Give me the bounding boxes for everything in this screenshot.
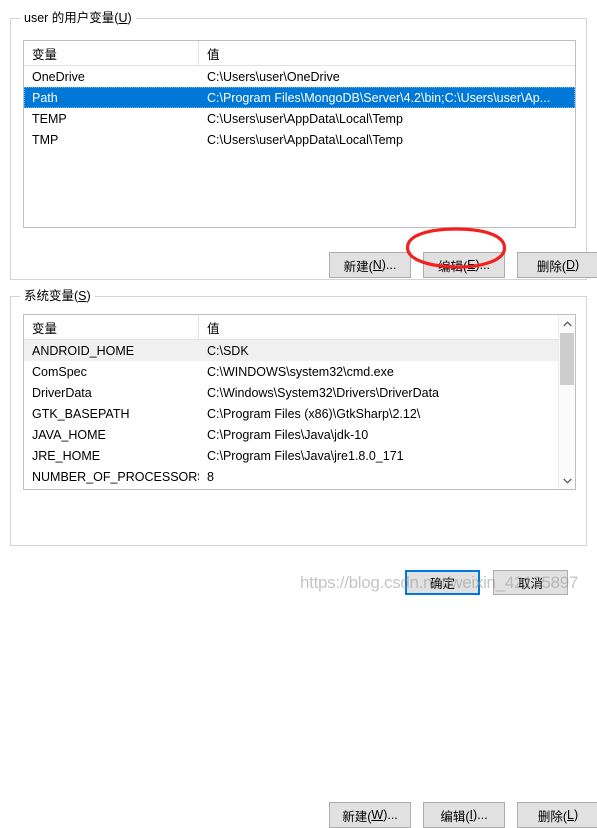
variable-name-cell: NUMBER_OF_PROCESSORS — [32, 469, 199, 484]
table-row[interactable]: ANDROID_HOME C:\SDK — [24, 340, 575, 361]
variable-value-cell: C:\Users\user\OneDrive — [207, 69, 340, 84]
table-row[interactable]: DriverData C:\Windows\System32\Drivers\Dr… — [24, 382, 575, 403]
system-column-header-name[interactable]: 变量 — [24, 315, 199, 339]
user-edit-button[interactable]: 编辑(E)... — [423, 252, 505, 278]
user-delete-button[interactable]: 删除(D) — [517, 252, 597, 278]
system-edit-button[interactable]: 编辑(I)... — [423, 802, 505, 828]
ok-button[interactable]: 确定 — [405, 570, 480, 595]
table-row[interactable]: Path C:\Program Files\MongoDB\Server\4.2\… — [24, 87, 575, 108]
variable-name-cell: TEMP — [32, 111, 67, 126]
variable-name-cell: JRE_HOME — [32, 448, 101, 463]
variable-name-cell: GTK_BASEPATH — [32, 406, 130, 421]
variable-name-cell: Path — [32, 90, 58, 105]
table-row[interactable]: TMP C:\Users\user\AppData\Local\Temp — [24, 129, 575, 150]
variable-name-cell: ANDROID_HOME — [32, 343, 135, 358]
system-list-scrollbar[interactable] — [558, 315, 575, 489]
variable-value-cell: C:\Users\user\AppData\Local\Temp — [207, 111, 403, 126]
system-new-suffix: )... — [383, 808, 398, 822]
variable-name-cell: JAVA_HOME — [32, 427, 106, 442]
table-row[interactable]: JRE_HOME C:\Program Files\Java\jre1.8.0_1… — [24, 445, 575, 466]
system-list-body: ANDROID_HOME C:\SDK ComSpec C:\WINDOWS\syst… — [24, 340, 575, 487]
variable-name-cell: ComSpec — [32, 364, 87, 379]
user-variables-group: user 的用户变量(U) 变量 值 OneDrive C:\Users\user… — [10, 11, 597, 280]
system-legend-text: 系统变量( — [24, 289, 79, 303]
variable-value-cell: C:\Program Files (x86)\GtkSharp\2.12\ — [207, 406, 421, 421]
variable-value-cell: C:\Users\user\AppData\Local\Temp — [207, 132, 403, 147]
user-list-header: 变量 值 — [24, 41, 575, 66]
user-new-accel: N — [372, 258, 382, 272]
user-list-body: OneDrive C:\Users\user\OneDrive Path C:\Pro… — [24, 66, 575, 150]
variable-name-cell: DriverData — [32, 385, 92, 400]
variable-name-cell: OneDrive — [32, 69, 85, 84]
table-row[interactable]: ComSpec C:\WINDOWS\system32\cmd.exe — [24, 361, 575, 382]
scrollbar-thumb[interactable] — [560, 333, 574, 385]
chevron-up-icon[interactable] — [559, 315, 575, 332]
table-row[interactable]: JAVA_HOME C:\Program Files\Java\jdk-10 — [24, 424, 575, 445]
user-legend-suffix: ) — [127, 11, 132, 25]
system-new-accel: W — [371, 808, 384, 822]
user-delete-accel: D — [565, 258, 576, 272]
user-legend-prefix: user — [24, 11, 52, 25]
user-variables-list[interactable]: 变量 值 OneDrive C:\Users\user\OneDrive Path C… — [23, 40, 576, 228]
user-new-label: 新建( — [343, 259, 373, 274]
user-delete-label: 删除( — [536, 259, 566, 274]
variable-value-cell: 8 — [207, 469, 214, 484]
user-column-header-name[interactable]: 变量 — [24, 41, 199, 65]
cancel-button[interactable]: 取消 — [493, 570, 568, 595]
system-variables-legend: 系统变量(S) — [20, 289, 95, 304]
user-edit-label: 编辑( — [437, 259, 468, 274]
system-delete-suffix: ) — [573, 808, 579, 822]
table-row[interactable]: GTK_BASEPATH C:\Program Files (x86)\GtkSh… — [24, 403, 575, 424]
variable-value-cell: C:\Program Files\Java\jre1.8.0_171 — [207, 448, 404, 463]
user-legend-accel: U — [118, 11, 128, 25]
variable-value-cell: C:\WINDOWS\system32\cmd.exe — [207, 364, 394, 379]
user-new-button[interactable]: 新建(N)... — [329, 252, 411, 278]
user-delete-suffix: ) — [575, 258, 580, 272]
system-delete-accel: L — [567, 808, 574, 822]
variable-value-cell: C:\Windows\System32\Drivers\DriverData — [207, 385, 439, 400]
system-edit-label: 编辑( — [440, 809, 470, 824]
user-edit-suffix: )... — [475, 258, 491, 272]
system-edit-suffix: )... — [473, 808, 488, 822]
table-row[interactable]: TEMP C:\Users\user\AppData\Local\Temp — [24, 108, 575, 129]
system-list-header: 变量 值 — [24, 315, 575, 340]
table-row[interactable]: NUMBER_OF_PROCESSORS 8 — [24, 466, 575, 487]
variable-value-cell: C:\SDK — [207, 343, 249, 358]
system-variables-list[interactable]: 变量 值 ANDROID_HOME C:\SDK ComSpec C:\WINDOWS… — [23, 314, 576, 490]
system-new-button[interactable]: 新建(W)... — [329, 802, 411, 828]
system-column-header-value[interactable]: 值 — [199, 315, 575, 339]
user-legend-text: 的用户变量( — [51, 11, 119, 25]
user-edit-accel: E — [467, 258, 476, 272]
user-column-header-value[interactable]: 值 — [199, 41, 575, 65]
system-delete-label: 删除( — [537, 809, 568, 824]
variable-value-cell: C:\Program Files\MongoDB\Server\4.2\bin;… — [207, 90, 551, 105]
table-row[interactable]: OneDrive C:\Users\user\OneDrive — [24, 66, 575, 87]
system-delete-button[interactable]: 删除(L) — [517, 802, 597, 828]
system-new-label: 新建( — [342, 809, 372, 824]
system-legend-suffix: ) — [86, 289, 91, 303]
system-legend-accel: S — [78, 289, 87, 303]
variable-value-cell: C:\Program Files\Java\jdk-10 — [207, 427, 369, 442]
chevron-down-icon[interactable] — [559, 472, 575, 489]
user-variables-legend: user 的用户变量(U) — [20, 11, 136, 26]
variable-name-cell: TMP — [32, 132, 59, 147]
system-variables-group: 系统变量(S) 变量 值 ANDROID_HOME C:\SDK ComSpec C:… — [10, 289, 597, 828]
user-new-suffix: )... — [381, 258, 397, 272]
